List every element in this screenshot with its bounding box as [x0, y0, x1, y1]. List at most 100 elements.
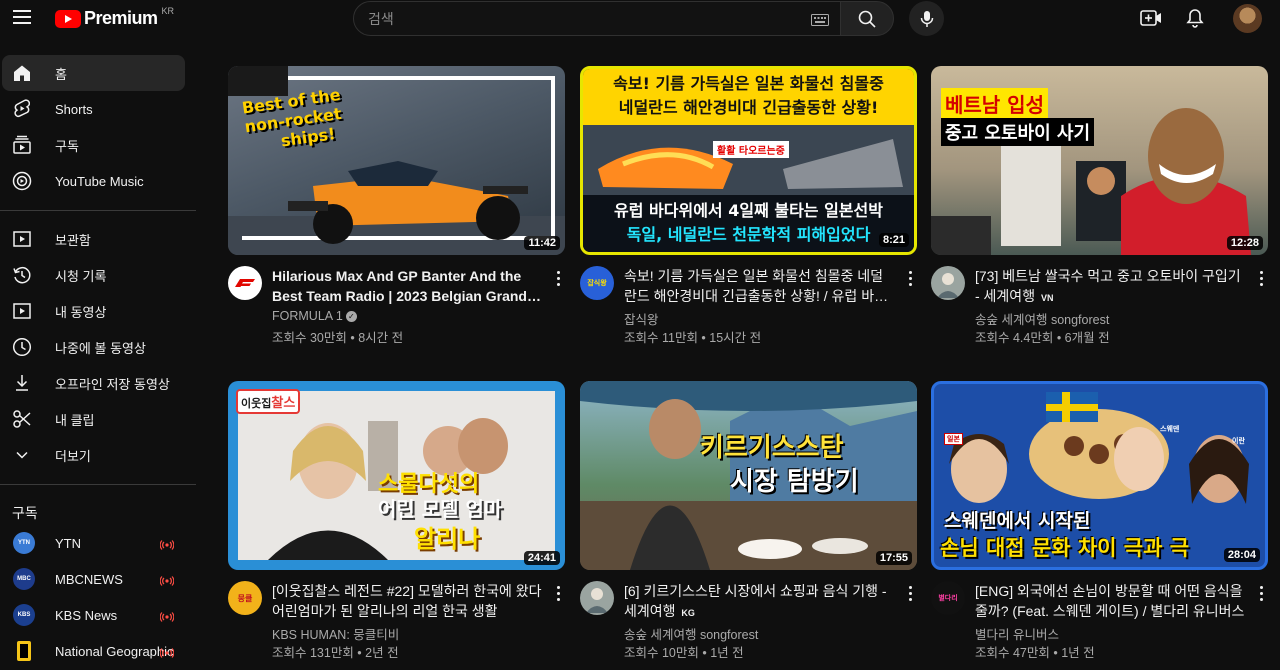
- thumbnail-caption: 키르기스스탄: [700, 433, 844, 463]
- channel-name[interactable]: 송숲 세계여행 songforest: [624, 624, 758, 643]
- bell-icon: [1186, 9, 1204, 28]
- sidebar-item-subscriptions[interactable]: 구독: [2, 127, 185, 163]
- thumbnail-tag: 활활 타오르는중: [713, 141, 789, 158]
- channel-name[interactable]: 별다리 유니버스: [975, 624, 1059, 643]
- history-icon: [12, 265, 32, 285]
- channel-label: YTN: [55, 535, 81, 551]
- thumbnail-caption: 손님 대접 문화 차이 극과 극: [940, 536, 1190, 560]
- formula1-logo-icon: [235, 279, 255, 287]
- channel-avatar[interactable]: 잡식왕: [580, 266, 614, 300]
- sidebar-channel-kbs-news[interactable]: KBS KBS News: [2, 597, 185, 633]
- video-meta: 조회수 30만회 • 8시간 전: [272, 331, 404, 345]
- notifications-button[interactable]: [1182, 5, 1208, 31]
- video-duration: 8:21: [878, 233, 909, 247]
- home-icon: [12, 63, 32, 83]
- watch-later-icon: [12, 337, 32, 357]
- video-title[interactable]: [73] 베트남 쌀국수 먹고 중고 오토바이 구입기 - 세계여행 VN: [975, 266, 1245, 308]
- person-avatar-icon: [586, 588, 608, 613]
- more-actions-icon[interactable]: [1255, 584, 1267, 602]
- sidebar-item-clips[interactable]: 내 클립: [2, 401, 185, 437]
- video-duration: 24:41: [523, 551, 560, 565]
- subscriptions-section-title: 구독: [12, 505, 38, 521]
- search-button[interactable]: [840, 1, 894, 36]
- your-videos-icon: [12, 301, 32, 321]
- live-icon: [159, 573, 175, 591]
- more-actions-icon[interactable]: [904, 269, 916, 287]
- channel-name[interactable]: FORMULA 1 ✓: [272, 309, 357, 323]
- youtube-premium-logo[interactable]: Premium KR: [55, 6, 174, 29]
- video-thumbnail[interactable]: Best of the non-rocket ships! 11:42: [228, 66, 565, 255]
- video-title[interactable]: [이웃집찰스 레전드 #22] 모델하러 한국에 왔다 어린엄마가 된 알리나의…: [272, 581, 542, 621]
- video-thumbnail[interactable]: 속보! 기름 가득실은 일본 화물선 침몰중 네덜란드 해안경비대 긴급출동한 …: [580, 66, 917, 255]
- account-avatar[interactable]: [1233, 4, 1262, 33]
- more-actions-icon[interactable]: [904, 584, 916, 602]
- video-meta: 조회수 11만회 • 15시간 전: [624, 331, 762, 345]
- logo-text: Premium: [84, 8, 158, 28]
- sidebar-divider: [0, 210, 196, 211]
- sidebar-item-label: 오프라인 저장 동영상: [55, 376, 170, 392]
- video-meta: 조회수 131만회 • 2년 전: [272, 646, 399, 660]
- video-title-text: [6] 키르기스스탄 시장에서 쇼핑과 음식 기행 - 세계여행: [624, 583, 887, 619]
- sidebar-item-label: 보관함: [55, 232, 91, 248]
- channel-avatar[interactable]: [931, 266, 965, 300]
- video-title-text: [73] 베트남 쌀국수 먹고 중고 오토바이 구입기 - 세계여행: [975, 268, 1241, 304]
- thumbnail-caption: 베트남 입성: [941, 88, 1048, 119]
- create-video-button[interactable]: [1138, 5, 1164, 31]
- show-logo: 이웃집찰스: [236, 389, 301, 414]
- sidebar-item-home[interactable]: 홈: [2, 55, 185, 91]
- channel-name-text: FORMULA 1: [272, 309, 343, 323]
- live-icon: [159, 645, 175, 663]
- channel-label: National Geographic: [55, 643, 174, 659]
- video-title[interactable]: [6] 키르기스스탄 시장에서 쇼핑과 음식 기행 - 세계여행 KG: [624, 581, 894, 623]
- channel-name[interactable]: KBS HUMAN: 뭉클티비: [272, 624, 399, 643]
- channel-avatar[interactable]: 별다리: [931, 581, 965, 615]
- sidebar-item-show-more[interactable]: 더보기: [2, 437, 185, 473]
- sidebar-item-watch-later[interactable]: 나중에 볼 동영상: [2, 329, 185, 365]
- verified-badge-icon: ✓: [345, 311, 357, 323]
- thumbnail-caption: 시장 탐방기: [730, 467, 859, 497]
- voice-search-button[interactable]: [909, 1, 944, 36]
- search-input[interactable]: [368, 8, 788, 30]
- sidebar-item-youtube-music[interactable]: YouTube Music: [2, 163, 185, 199]
- video-title[interactable]: [ENG] 외국에선 손님이 방문할 때 어떤 음식을 줄까? (Feat. 스…: [975, 581, 1245, 621]
- thumbnail-caption: 중고 오토바이 사기: [941, 118, 1095, 146]
- hamburger-menu-icon[interactable]: [8, 2, 38, 32]
- scissors-icon: [12, 409, 32, 429]
- channel-avatar[interactable]: [580, 581, 614, 615]
- search-icon: [858, 10, 876, 28]
- sidebar-channel-mbcnews[interactable]: MBC MBCNEWS: [2, 561, 185, 597]
- youtube-music-icon: [12, 171, 32, 191]
- ytn-channel-icon: YTN: [13, 532, 35, 554]
- sidebar-item-your-videos[interactable]: 내 동영상: [2, 293, 185, 329]
- kbs-news-channel-icon: KBS: [13, 604, 35, 626]
- sidebar-channel-ytn[interactable]: YTN YTN: [2, 525, 185, 561]
- live-icon: [159, 537, 175, 555]
- channel-avatar[interactable]: [228, 266, 262, 300]
- sidebar-item-history[interactable]: 시청 기록: [2, 257, 185, 293]
- sidebar-channel-national-geographic[interactable]: National Geographic: [2, 633, 185, 669]
- thumbnail-caption: 알리나: [414, 525, 481, 553]
- video-thumbnail[interactable]: 일본 스웨덴 이란 스웨덴에서 시작된 손님 대접 문화 차이 극과 극 28:…: [931, 381, 1268, 570]
- channel-name[interactable]: 송숲 세계여행 songforest: [975, 309, 1109, 328]
- microphone-icon: [920, 10, 933, 27]
- sidebar-item-shorts[interactable]: Shorts: [2, 91, 185, 127]
- video-thumbnail[interactable]: 베트남 입성 중고 오토바이 사기 12:28: [931, 66, 1268, 255]
- more-actions-icon[interactable]: [552, 269, 564, 287]
- channel-avatar[interactable]: 뭉클: [228, 581, 262, 615]
- channel-name[interactable]: 잡식왕: [624, 309, 659, 328]
- video-duration: 28:04: [1223, 548, 1260, 562]
- video-thumbnail[interactable]: 이웃집찰스 스물다섯의 어린 모델 엄마 알리나 24:41: [228, 381, 565, 570]
- video-title[interactable]: Hilarious Max And GP Banter And the Best…: [272, 266, 542, 306]
- video-thumbnail[interactable]: 키르기스스탄 시장 탐방기 17:55: [580, 381, 917, 570]
- more-actions-icon[interactable]: [552, 584, 564, 602]
- sidebar-item-library[interactable]: 보관함: [2, 221, 185, 257]
- subscriptions-icon: [12, 135, 32, 155]
- sidebar-divider: [0, 484, 196, 485]
- sidebar-item-label: 구독: [55, 138, 79, 154]
- country-badge: KG: [681, 608, 695, 618]
- keyboard-icon[interactable]: [811, 13, 829, 31]
- video-duration: 11:42: [524, 236, 560, 250]
- sidebar-item-downloads[interactable]: 오프라인 저장 동영상: [2, 365, 185, 401]
- video-title[interactable]: 속보! 기름 가득실은 일본 화물선 침몰중 네덜란드 해안경비대 긴급출동한 …: [624, 266, 894, 306]
- more-actions-icon[interactable]: [1255, 269, 1267, 287]
